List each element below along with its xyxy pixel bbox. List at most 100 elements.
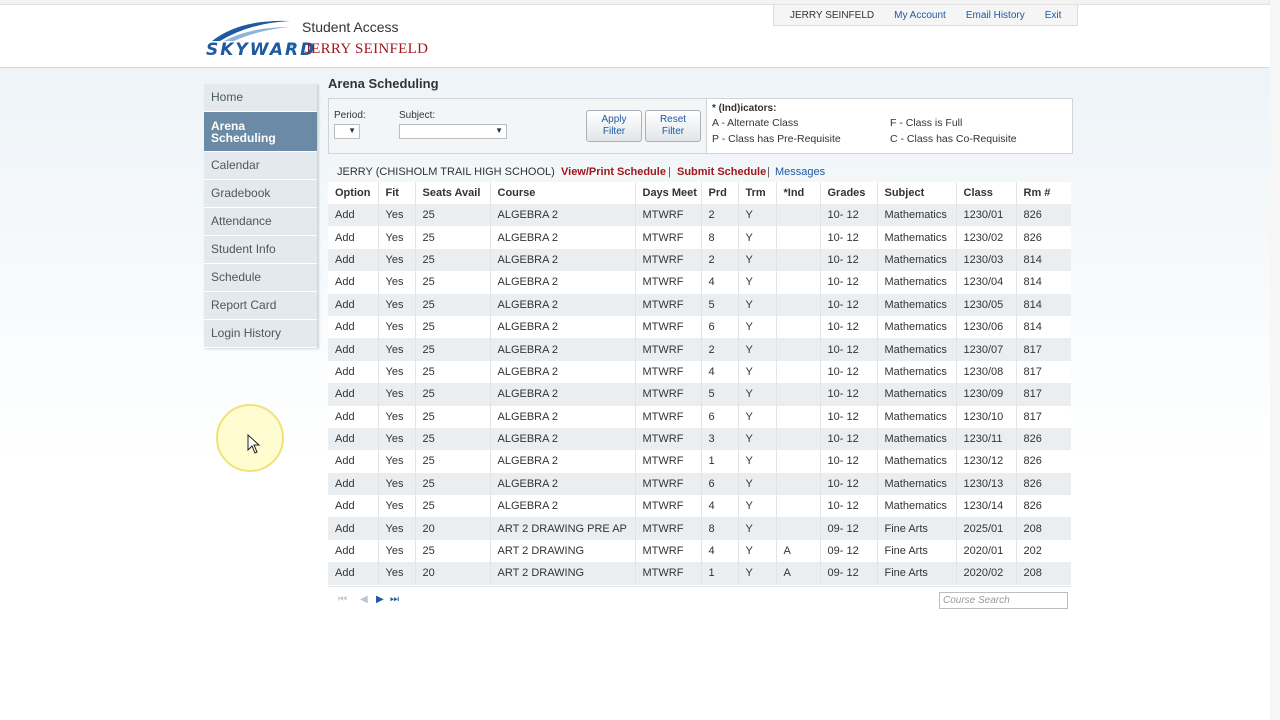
cell-course[interactable]: ALGEBRA 2: [489, 427, 635, 451]
cell-option[interactable]: Add: [328, 517, 378, 540]
cell-class[interactable]: 1230/06: [955, 315, 1016, 339]
first-page-icon[interactable]: ⏮: [338, 594, 347, 605]
cell-option[interactable]: Add: [328, 539, 378, 563]
sidebar-item-login-history[interactable]: Login History: [204, 320, 317, 348]
table-row: Add Yes 25 ALGEBRA 2 MTWRF 6 Y 10- 12 Mathematic…: [328, 472, 1071, 496]
sidebar-item-schedule[interactable]: Schedule: [204, 264, 317, 292]
cell-course[interactable]: ALGEBRA 2: [489, 248, 635, 272]
sidebar-item-student-info[interactable]: Student Info: [204, 236, 317, 264]
sidebar-item-calendar[interactable]: Calendar: [204, 152, 317, 180]
cell-class[interactable]: 1230/07: [955, 338, 1016, 361]
cell-option[interactable]: Add: [328, 450, 378, 473]
cell-class[interactable]: 1230/13: [955, 472, 1016, 496]
apply-filter-button[interactable]: Apply Filter: [586, 110, 642, 142]
sidebar-item-home[interactable]: Home: [204, 84, 317, 112]
cell-grades: 10- 12: [819, 338, 877, 361]
cell-class[interactable]: 1230/04: [955, 271, 1016, 294]
cell-class[interactable]: 1230/01: [955, 204, 1016, 227]
cell-option[interactable]: Add: [328, 562, 378, 585]
cell-course[interactable]: ALGEBRA 2: [489, 495, 635, 518]
cell-seats-avail: 25: [414, 315, 490, 339]
cell-class[interactable]: 1230/08: [955, 360, 1016, 384]
cell-option[interactable]: Add: [328, 315, 378, 339]
col-header-seats-avail[interactable]: Seats Avail: [414, 182, 490, 204]
cell-course[interactable]: ALGEBRA 2: [489, 226, 635, 249]
period-select[interactable]: ▼: [334, 124, 360, 139]
email-history-link[interactable]: Email History: [956, 10, 1035, 21]
cell-class[interactable]: 1230/10: [955, 405, 1016, 428]
cell-option[interactable]: Add: [328, 338, 378, 361]
col-header-trm[interactable]: Trm: [737, 182, 776, 204]
submit-schedule-link[interactable]: Submit Schedule: [677, 166, 766, 178]
prev-page-icon[interactable]: ◀: [360, 594, 368, 605]
cell-class[interactable]: 1230/12: [955, 450, 1016, 473]
cell-course[interactable]: ALGEBRA 2: [489, 450, 635, 473]
cell-option[interactable]: Add: [328, 383, 378, 406]
page-scrollbar[interactable]: [1269, 0, 1280, 720]
cell-option[interactable]: Add: [328, 472, 378, 496]
cell-option[interactable]: Add: [328, 271, 378, 294]
next-page-icon[interactable]: ▶: [376, 594, 384, 605]
col-header-grades[interactable]: Grades: [819, 182, 877, 204]
course-search-input[interactable]: Course Search: [939, 592, 1068, 609]
sidebar-item-report-card[interactable]: Report Card: [204, 292, 317, 320]
col-header-ind[interactable]: *Ind: [775, 182, 820, 204]
cell-option[interactable]: Add: [328, 226, 378, 249]
cell-course[interactable]: ALGEBRA 2: [489, 204, 635, 227]
cell-class[interactable]: 1230/02: [955, 226, 1016, 249]
col-header-room[interactable]: Rm #: [1015, 182, 1071, 204]
cell-option[interactable]: Add: [328, 204, 378, 227]
cell-days-meet: MTWRF: [634, 539, 701, 563]
cell-trm: Y: [737, 495, 776, 518]
view-print-schedule-link[interactable]: View/Print Schedule: [561, 166, 666, 178]
cell-course[interactable]: ART 2 DRAWING: [489, 539, 635, 563]
exit-link[interactable]: Exit: [1035, 10, 1072, 21]
page-header: SKYWARD ® Student Access JERRY SEINFELD: [0, 5, 1270, 68]
col-header-days-meet[interactable]: Days Meet: [634, 182, 701, 204]
cell-days-meet: MTWRF: [634, 226, 701, 249]
cell-course[interactable]: ALGEBRA 2: [489, 338, 635, 361]
cell-class[interactable]: 1230/11: [955, 427, 1016, 451]
cell-option[interactable]: Add: [328, 427, 378, 451]
cell-course[interactable]: ALGEBRA 2: [489, 315, 635, 339]
cell-class[interactable]: 1230/05: [955, 293, 1016, 316]
subject-label: Subject:: [399, 110, 436, 121]
cell-class[interactable]: 2020/02: [955, 562, 1016, 585]
sidebar-item-attendance[interactable]: Attendance: [204, 208, 317, 236]
my-account-link[interactable]: My Account: [884, 10, 956, 21]
subject-select[interactable]: ▼: [399, 124, 507, 139]
cell-course[interactable]: ALGEBRA 2: [489, 293, 635, 316]
last-page-icon[interactable]: ⏭: [390, 594, 399, 605]
chevron-down-icon: ▼: [495, 126, 503, 135]
cell-prd: 2: [700, 338, 738, 361]
cell-class[interactable]: 1230/09: [955, 383, 1016, 406]
col-header-course[interactable]: Course: [489, 182, 635, 204]
sidebar-item-gradebook[interactable]: Gradebook: [204, 180, 317, 208]
cell-class[interactable]: 2025/01: [955, 517, 1016, 540]
col-header-class[interactable]: Class: [955, 182, 1016, 204]
cell-course[interactable]: ART 2 DRAWING PRE AP: [489, 517, 635, 540]
table-row: Add Yes 25 ALGEBRA 2 MTWRF 6 Y 10- 12 Mathematic…: [328, 405, 1071, 428]
cell-course[interactable]: ALGEBRA 2: [489, 360, 635, 384]
cell-course[interactable]: ALGEBRA 2: [489, 383, 635, 406]
cell-class[interactable]: 1230/14: [955, 495, 1016, 518]
col-header-option[interactable]: Option: [328, 182, 378, 204]
cell-class[interactable]: 2020/01: [955, 539, 1016, 563]
cell-ind: [775, 472, 820, 496]
cell-course[interactable]: ALGEBRA 2: [489, 405, 635, 428]
reset-filter-button[interactable]: Reset Filter: [645, 110, 701, 142]
cell-option[interactable]: Add: [328, 360, 378, 384]
sidebar-item-arena-scheduling[interactable]: Arena Scheduling: [204, 112, 317, 152]
cell-course[interactable]: ART 2 DRAWING: [489, 562, 635, 585]
cell-course[interactable]: ALGEBRA 2: [489, 271, 635, 294]
cell-option[interactable]: Add: [328, 293, 378, 316]
messages-link[interactable]: Messages: [775, 166, 825, 178]
cell-class[interactable]: 1230/03: [955, 248, 1016, 272]
col-header-prd[interactable]: Prd: [700, 182, 738, 204]
cell-course[interactable]: ALGEBRA 2: [489, 472, 635, 496]
col-header-subject[interactable]: Subject: [876, 182, 956, 204]
col-header-fit[interactable]: Fit: [377, 182, 415, 204]
cell-option[interactable]: Add: [328, 405, 378, 428]
cell-option[interactable]: Add: [328, 495, 378, 518]
cell-option[interactable]: Add: [328, 248, 378, 272]
